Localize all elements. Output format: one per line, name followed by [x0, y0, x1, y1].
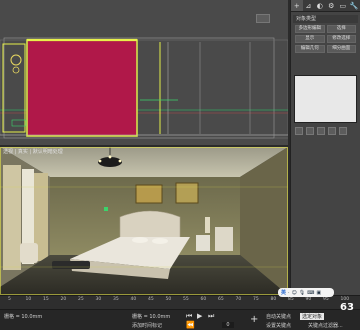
- command-button[interactable]: 编辑几何: [295, 45, 325, 53]
- tab-utilities[interactable]: 🔧: [349, 0, 360, 11]
- timeline-tick: 90: [305, 297, 312, 302]
- key-filters-button[interactable]: 关键点过滤器...: [308, 322, 343, 329]
- viewcube-icon[interactable]: [256, 14, 270, 23]
- command-panel-tabs: + ⊿ ◐ ⚙ ▭ 🔧: [291, 0, 360, 12]
- timeline-tick: 50: [165, 297, 172, 302]
- tab-hierarchy[interactable]: ◐: [314, 0, 326, 11]
- timeline-tick: 75: [253, 297, 259, 302]
- timeline-tick: 70: [235, 297, 242, 302]
- ime-toolbar[interactable]: 英 · ☺ 🎙 ⌨ ▣: [278, 288, 334, 297]
- play-icon[interactable]: ▶: [197, 312, 202, 320]
- timeline-tick: 30: [95, 297, 102, 302]
- object-type-buttons: 多边形编辑 选择 显示 修改选择 编辑几何 细分曲面: [291, 23, 360, 55]
- timeline-tick: 85: [288, 297, 294, 302]
- timeline-ruler: 5 10 15 20 25 30 35 40 45 50 55 60 65 70 75 80 85 90 95 100: [0, 296, 360, 304]
- ime-mic-icon[interactable]: 🎙: [299, 290, 305, 296]
- timeline-tick: 20: [60, 297, 67, 302]
- ime-skin-icon[interactable]: ▣: [316, 290, 321, 296]
- grid-setting: 栅格 = 10.0mm: [132, 314, 171, 320]
- timeline-tick: 60: [200, 297, 207, 302]
- top-viewport[interactable]: [0, 0, 289, 145]
- badge-number: 63: [340, 302, 354, 313]
- show-end-result-icon[interactable]: [306, 127, 314, 135]
- timeline-tick: 65: [218, 297, 224, 302]
- timeline-tick: 10: [25, 297, 32, 302]
- pin-stack-icon[interactable]: [295, 127, 303, 135]
- current-frame-field[interactable]: 0: [222, 322, 234, 328]
- wall-panel[interactable]: [26, 39, 138, 137]
- configure-modifier-icon[interactable]: [339, 127, 347, 135]
- timeline-tick: 25: [78, 297, 84, 302]
- grid-readout: 栅格 = 10.0mm: [4, 314, 43, 320]
- timeline-tick: 55: [183, 297, 189, 302]
- ime-emoji-icon[interactable]: ☺: [292, 290, 297, 296]
- tab-display[interactable]: ▭: [337, 0, 349, 11]
- command-button[interactable]: 修改选择: [326, 35, 356, 43]
- timeline-tick: 95: [323, 297, 329, 302]
- ime-mode-label[interactable]: 英: [281, 289, 286, 296]
- top-viewport-drawing: [0, 37, 289, 139]
- tab-motion[interactable]: ⚙: [326, 0, 338, 11]
- command-panel: + ⊿ ◐ ⚙ ▭ 🔧 对象类型 多边形编辑 选择 显示 修改选择 编辑几何 细…: [290, 0, 360, 295]
- prev-frame-icon[interactable]: ⏮: [186, 312, 192, 321]
- add-time-tag[interactable]: 添加时间标记: [132, 322, 162, 329]
- command-button[interactable]: 显示: [295, 35, 325, 43]
- perspective-viewport[interactable]: 透视 | 真实 | 默认明暗处理: [0, 147, 288, 295]
- timeline-tick: 5: [8, 297, 11, 302]
- perspective-viewport-label: 透视 | 真实 | 默认明暗处理: [3, 149, 63, 155]
- timeline-tick: 80: [270, 297, 277, 302]
- selected-objects-dropdown[interactable]: 选定对象: [300, 313, 325, 320]
- key-mode-icon[interactable]: ⏪: [186, 321, 195, 329]
- set-key-button[interactable]: 设置关键点: [266, 322, 291, 329]
- remove-modifier-icon[interactable]: [328, 127, 336, 135]
- command-button[interactable]: 细分曲面: [326, 45, 356, 53]
- ime-punct-icon[interactable]: ·: [288, 290, 290, 296]
- timeline-tick: 40: [130, 297, 137, 302]
- set-key-plus-icon[interactable]: +: [250, 314, 258, 325]
- timeline[interactable]: 5 10 15 20 25 30 35 40 45 50 55 60 65 70 75 80 85 90 95 100: [0, 295, 360, 309]
- status-bar: 栅格 = 10.0mm 栅格 = 10.0mm 添加时间标记 ⏮ ▶ ⏭ ⏪ 0…: [0, 309, 360, 330]
- modifier-stack-icons: [291, 123, 360, 139]
- object-list-box[interactable]: [294, 75, 357, 123]
- tab-create[interactable]: +: [291, 0, 303, 11]
- tab-modify[interactable]: ⊿: [303, 0, 315, 11]
- timeline-tick: 45: [148, 297, 154, 302]
- command-button[interactable]: 选择: [326, 25, 356, 33]
- make-unique-icon[interactable]: [317, 127, 325, 135]
- timeline-tick: 35: [113, 297, 119, 302]
- ime-keyboard-icon[interactable]: ⌨: [307, 290, 314, 296]
- timeline-tick: 15: [43, 297, 49, 302]
- object-type-header[interactable]: 对象类型: [293, 15, 358, 23]
- auto-key-button[interactable]: 自动关键点: [266, 313, 291, 320]
- command-button[interactable]: 多边形编辑: [295, 25, 325, 33]
- next-frame-icon[interactable]: ⏭: [208, 312, 214, 321]
- bedroom-render: [0, 147, 288, 295]
